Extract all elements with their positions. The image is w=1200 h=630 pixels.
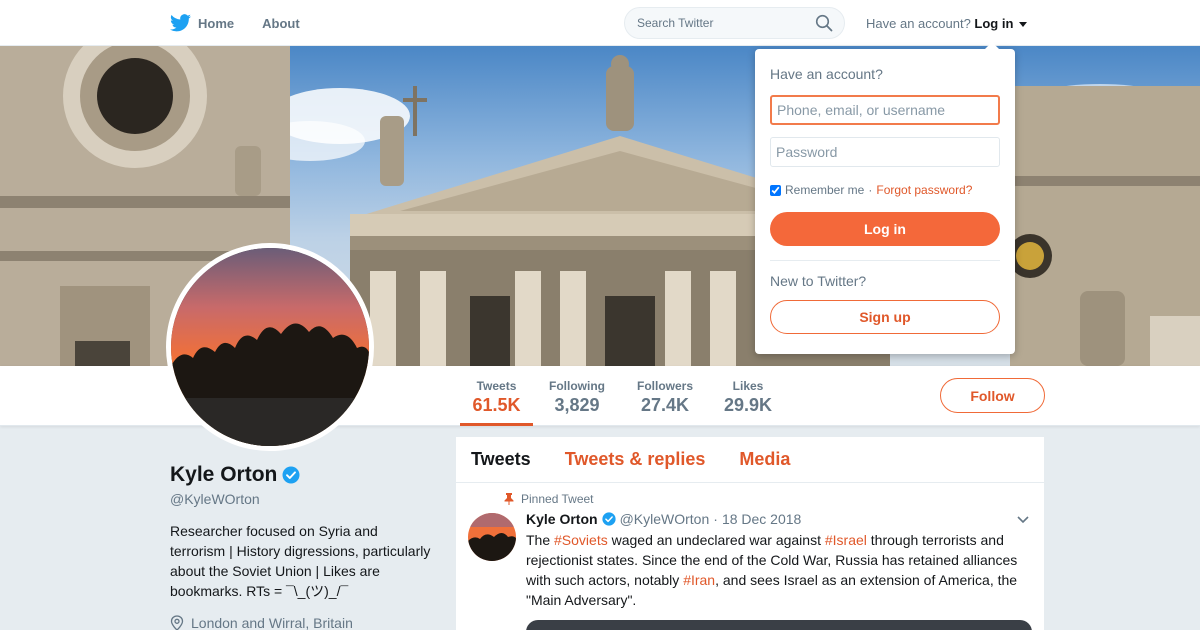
nav-home[interactable]: Home [170,14,234,32]
profile-location-text: London and Wirral, Britain [191,615,353,630]
profile-location: London and Wirral, Britain [170,615,353,630]
sunset-avatar-image [171,248,369,446]
tab-media[interactable]: Media [739,449,790,470]
have-account-label: Have an account? [866,16,971,31]
pinned-indicator: Pinned Tweet [504,492,594,506]
stat-following-label: Following [549,379,605,393]
account-prompt: Have an account? Log in [866,16,1028,31]
nav-about[interactable]: About [262,16,300,31]
tweet-header: Kyle Orton @KyleWOrton · 18 Dec 2018 [526,511,801,527]
stat-followers-label: Followers [636,379,693,393]
forgot-password-link[interactable]: Forgot password? [876,183,972,197]
pinned-label: Pinned Tweet [521,492,594,506]
verified-badge-icon [282,466,300,484]
timeline-tabs: Tweets Tweets & replies Media [456,437,1044,483]
remember-me-label[interactable]: Remember me [785,183,864,197]
tweet-text-part: The [526,532,555,548]
new-to-twitter-label: New to Twitter? [770,273,867,289]
tweet-author[interactable]: Kyle Orton [526,511,598,527]
profile-name: Kyle Orton [170,463,300,487]
pin-icon [504,493,514,505]
nav-about-label: About [262,15,300,31]
stat-followers-value: 27.4K [640,395,690,415]
remember-me-row: Remember me · Forgot password? [770,183,972,197]
tab-tweets-and-replies[interactable]: Tweets & replies [565,449,706,470]
top-nav: Home About Have an account? Log in [0,0,1200,46]
hashtag-link[interactable]: #Iran [683,572,715,588]
login-dropdown-title: Have an account? [770,66,883,82]
tweet-avatar-image [468,513,516,561]
username-field[interactable] [770,95,1000,125]
remember-separator: · [868,183,873,197]
verified-badge-icon [601,512,616,526]
profile-handle[interactable]: @KyleWOrton [170,491,260,507]
tweet-text-part: waged an undeclared war against [607,532,825,548]
follow-button[interactable]: Follow [940,378,1045,413]
nav-home-label: Home [198,15,235,31]
twitter-bird-icon [170,14,191,32]
stat-tweets[interactable]: Tweets 61.5K [460,366,533,426]
tweet-handle[interactable]: @KyleWOrton [620,511,710,527]
chevron-down-icon[interactable] [1017,516,1029,524]
location-pin-icon [170,615,184,630]
stat-following-value: 3,829 [554,395,600,415]
signup-button[interactable]: Sign up [770,300,1000,334]
profile-name-text: Kyle Orton [170,463,278,486]
tweet-media-image[interactable] [526,620,1032,630]
tab-tweets[interactable]: Tweets [471,449,531,470]
nav-left: Home About [170,0,300,46]
hashtag-link[interactable]: #Israel [825,532,867,548]
caret-down-icon [1019,22,1028,28]
avatar[interactable] [166,243,374,451]
search-input[interactable] [624,7,845,39]
stat-likes[interactable]: Likes 29.9K [718,366,778,426]
stat-likes-value: 29.9K [723,395,773,415]
tweet-text: The #Soviets waged an undeclared war aga… [526,530,1026,610]
tweet-avatar[interactable] [468,513,516,561]
stat-tweets-label: Tweets [476,379,517,393]
login-dropdown-toggle[interactable]: Log in [974,16,1028,31]
profile-bio: Researcher focused on Syria and terroris… [170,523,431,599]
timeline: Tweets Tweets & replies Media Pinned Twe… [456,437,1044,630]
stat-following[interactable]: Following 3,829 [543,366,611,426]
password-field[interactable] [770,137,1000,167]
tweet-date[interactable]: 18 Dec 2018 [722,511,801,527]
tweet-separator: · [713,511,718,527]
hashtag-link[interactable]: #Soviets [554,532,608,548]
login-button[interactable]: Log in [770,212,1000,246]
divider [770,260,1000,261]
remember-me-checkbox[interactable] [770,184,781,196]
stat-likes-label: Likes [732,379,764,393]
login-dropdown: Have an account? Remember me · Forgot pa… [755,42,1015,354]
stat-followers[interactable]: Followers 27.4K [630,366,700,426]
stat-tweets-value: 61.5K [472,395,521,415]
login-link-label: Log in [974,16,1014,31]
search-icon[interactable] [815,14,833,32]
